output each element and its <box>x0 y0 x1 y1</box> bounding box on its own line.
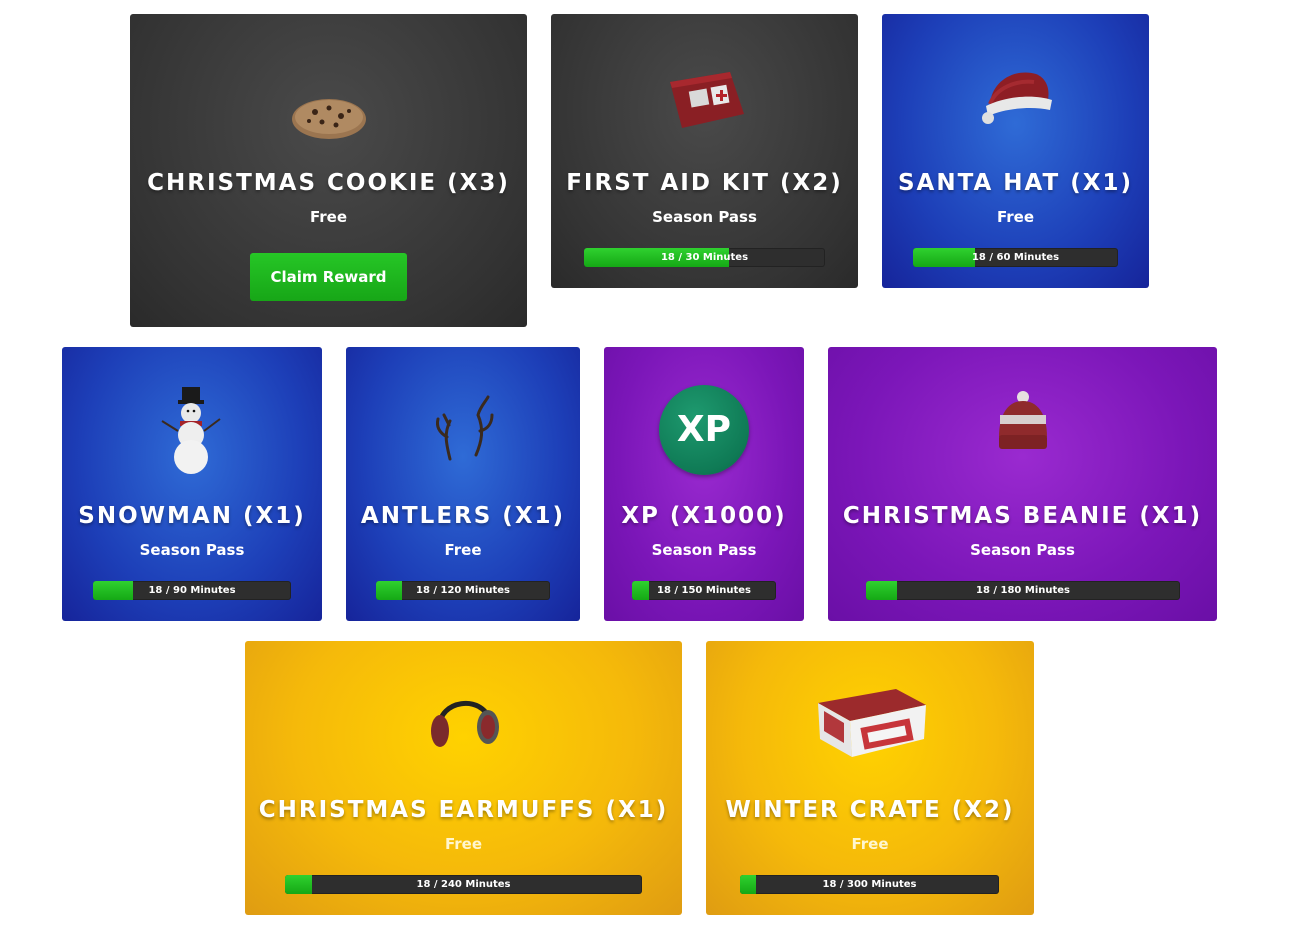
reward-card-antlers: ANTLERS (X1) Free 18 / 120 Minutes <box>346 347 580 621</box>
progress-text: 18 / 120 Minutes <box>415 585 511 596</box>
reward-title: WINTER CRATE (X2) <box>725 797 1015 823</box>
progress-bar: 18 / 90 Minutes <box>93 581 291 600</box>
reward-tier: Season Pass <box>970 541 1075 559</box>
santa-hat-icon <box>981 72 1052 124</box>
reward-tier: Free <box>851 835 889 853</box>
progress-text: 18 / 240 Minutes <box>416 879 511 890</box>
progress-text: 18 / 30 Minutes <box>660 252 749 263</box>
reward-card-santa-hat: SANTA HAT (X1) Free 18 / 60 Minutes <box>882 14 1149 288</box>
progress-bar: 18 / 30 Minutes <box>584 248 825 267</box>
reward-title: ANTLERS (X1) <box>360 503 566 529</box>
progress-bar: 18 / 180 Minutes <box>866 581 1180 600</box>
beanie-icon <box>998 391 1047 449</box>
antlers-icon <box>436 395 494 461</box>
progress-text: 18 / 90 Minutes <box>148 585 236 596</box>
reward-title: XP (X1000) <box>621 503 787 529</box>
reward-tier: Free <box>309 208 348 226</box>
reward-tier: Free <box>444 541 482 559</box>
reward-title: CHRISTMAS BEANIE (X1) <box>842 503 1203 529</box>
reward-title: SANTA HAT (X1) <box>897 170 1134 196</box>
reward-card-christmas-cookie: CHRISTMAS COOKIE (X3) Free Claim Reward <box>130 14 527 327</box>
reward-card-christmas-beanie: CHRISTMAS BEANIE (X1) Season Pass 18 / 1… <box>828 347 1217 621</box>
progress-text: 18 / 180 Minutes <box>975 585 1071 596</box>
snowman-icon <box>161 387 221 474</box>
progress-bar: 18 / 240 Minutes <box>285 875 642 894</box>
reward-card-xp: XP XP (X1000) Season Pass 18 / 150 Minut… <box>604 347 804 621</box>
reward-title: CHRISTMAS COOKIE (X3) <box>147 170 510 196</box>
reward-card-christmas-earmuffs: CHRISTMAS EARMUFFS (X1) Free 18 / 240 Mi… <box>245 641 682 915</box>
reward-title: SNOWMAN (X1) <box>78 503 306 529</box>
first-aid-kit-icon <box>669 72 744 128</box>
earmuffs-icon <box>430 701 499 747</box>
progress-bar: 18 / 300 Minutes <box>740 875 999 894</box>
reward-tier: Free <box>996 208 1035 226</box>
xp-icon: XP <box>659 385 749 475</box>
reward-tier: Season Pass <box>139 541 245 559</box>
progress-text: 18 / 150 Minutes <box>656 585 752 596</box>
progress-text: 18 / 60 Minutes <box>971 252 1060 263</box>
reward-card-winter-crate: WINTER CRATE (X2) Free 18 / 300 Minutes <box>706 641 1034 915</box>
winter-crate-icon <box>818 689 926 757</box>
reward-title: FIRST AID KIT (X2) <box>566 170 843 196</box>
claim-reward-button[interactable]: Claim Reward <box>250 253 407 301</box>
reward-tier: Season Pass <box>652 208 757 226</box>
progress-text: 18 / 300 Minutes <box>822 879 917 890</box>
progress-bar: 18 / 60 Minutes <box>913 248 1118 267</box>
progress-bar: 18 / 150 Minutes <box>632 581 776 600</box>
progress-bar: 18 / 120 Minutes <box>376 581 550 600</box>
cookie-icon <box>291 99 366 139</box>
reward-title: CHRISTMAS EARMUFFS (X1) <box>258 797 669 823</box>
reward-card-snowman: SNOWMAN (X1) Season Pass 18 / 90 Minutes <box>62 347 322 621</box>
reward-tier: Free <box>444 835 483 853</box>
reward-card-first-aid-kit: FIRST AID KIT (X2) Season Pass 18 / 30 M… <box>551 14 858 288</box>
reward-tier: Season Pass <box>651 541 757 559</box>
